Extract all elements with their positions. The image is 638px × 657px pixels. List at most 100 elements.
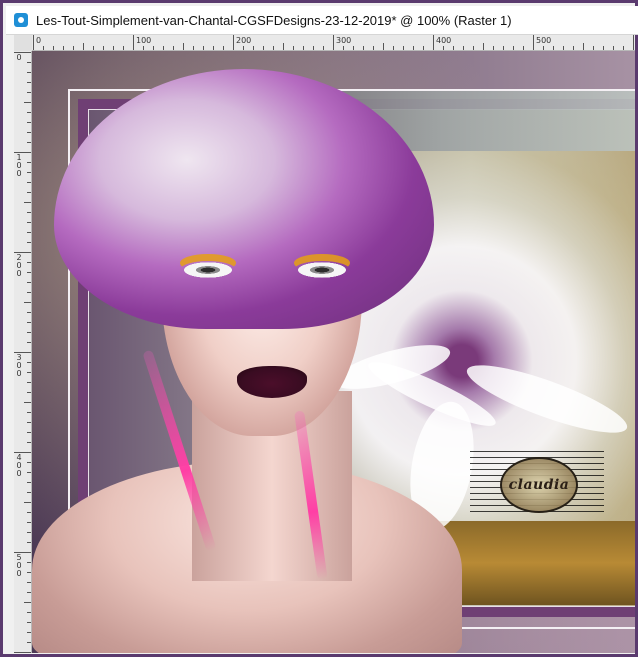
ruler-tick [27,482,31,483]
ruler-tick [563,46,564,50]
ruler-tick [163,46,164,50]
ruler-tick [463,46,464,50]
ruler-tick [27,82,31,83]
ruler-tick [27,242,31,243]
ruler-label: 100 [136,36,152,45]
ruler-tick [213,46,214,50]
ruler-tick [373,46,374,50]
ruler-tick [303,46,304,50]
ruler-tick [27,212,31,213]
ruler-tick [27,632,31,633]
ruler-label: 0 [36,36,42,45]
ruler-tick [27,122,31,123]
ruler-tick [27,112,31,113]
horizontal-ruler[interactable]: 0 100 200 300 400 500 [32,35,635,51]
ruler-tick [83,43,84,50]
ruler-tick [27,412,31,413]
ruler-label: 1 0 0 [16,153,22,178]
ruler-tick [353,46,354,50]
gold-bottom-panel [432,521,635,605]
ruler-tick [333,35,334,50]
ruler-label: 3 0 0 [16,353,22,378]
image-canvas[interactable]: claudia [32,51,635,653]
ruler-tick [133,35,134,50]
ruler-tick [113,46,114,50]
ruler-tick [153,46,154,50]
ruler-tick [73,46,74,50]
ruler-tick [183,43,184,50]
ruler-tick [24,602,31,603]
ruler-tick [24,102,31,103]
ruler-tick [433,35,434,50]
ruler-tick [413,46,414,50]
ruler-tick [27,612,31,613]
ruler-tick [293,46,294,50]
ruler-tick [473,46,474,50]
ruler-tick [27,592,31,593]
ruler-label: 2 0 0 [16,253,22,278]
ruler-tick [27,442,31,443]
ruler-tick [27,382,31,383]
ruler-tick [27,332,31,333]
ruler-tick [273,46,274,50]
ruler-tick [27,542,31,543]
ruler-tick [27,422,31,423]
ruler-tick [193,46,194,50]
ruler-tick [243,46,244,50]
ruler-tick [283,43,284,50]
ruler-tick [393,46,394,50]
ruler-tick [27,322,31,323]
ruler-tick [27,462,31,463]
vertical-ruler[interactable]: 0 1 0 0 2 0 0 3 0 0 4 0 0 5 0 0 [14,51,32,653]
ruler-tick [27,292,31,293]
ruler-tick [233,35,234,50]
ruler-tick [423,46,424,50]
ruler-tick [513,46,514,50]
ruler-tick [223,46,224,50]
ruler-tick [263,46,264,50]
watermark-badge: claudia [500,457,578,513]
ruler-tick [533,35,534,50]
ruler-tick [583,43,584,50]
window-title: Les-Tout-Simplement-van-Chantal-CGSFDesi… [36,12,512,28]
ruler-tick [24,502,31,503]
ruler-label: 200 [236,36,252,45]
ruler-tick [483,43,484,50]
ruler-tick [27,312,31,313]
ruler-tick [27,262,31,263]
ruler-tick [27,162,31,163]
portrait-right-eye [294,261,350,279]
ruler-tick [27,472,31,473]
ruler-tick [27,642,31,643]
window-titlebar[interactable]: Les-Tout-Simplement-van-Chantal-CGSFDesi… [6,6,638,35]
ruler-tick [24,302,31,303]
ruler-tick [27,62,31,63]
image-window[interactable]: Les-Tout-Simplement-van-Chantal-CGSFDesi… [0,0,638,657]
ruler-tick [27,492,31,493]
ruler-tick [24,202,31,203]
ruler-tick [43,46,44,50]
ruler-tick [543,46,544,50]
ruler-tick [383,43,384,50]
ruler-tick [27,532,31,533]
watermark-text: claudia [508,477,570,493]
ruler-tick [403,46,404,50]
ruler-tick [633,35,634,50]
ruler-tick [613,46,614,50]
ruler-tick [93,46,94,50]
ruler-tick [503,46,504,50]
ruler-tick [27,132,31,133]
ruler-tick [53,46,54,50]
ruler-label: 4 0 0 [16,453,22,478]
watermark-stamp: claudia [470,451,604,515]
ruler-tick [27,72,31,73]
ruler-tick [203,46,204,50]
ruler-tick [27,362,31,363]
ruler-tick [493,46,494,50]
ruler-corner [14,35,32,51]
ruler-tick [623,46,624,50]
ruler-tick [603,46,604,50]
ruler-tick [27,272,31,273]
ruler-tick [523,46,524,50]
ruler-tick [27,512,31,513]
